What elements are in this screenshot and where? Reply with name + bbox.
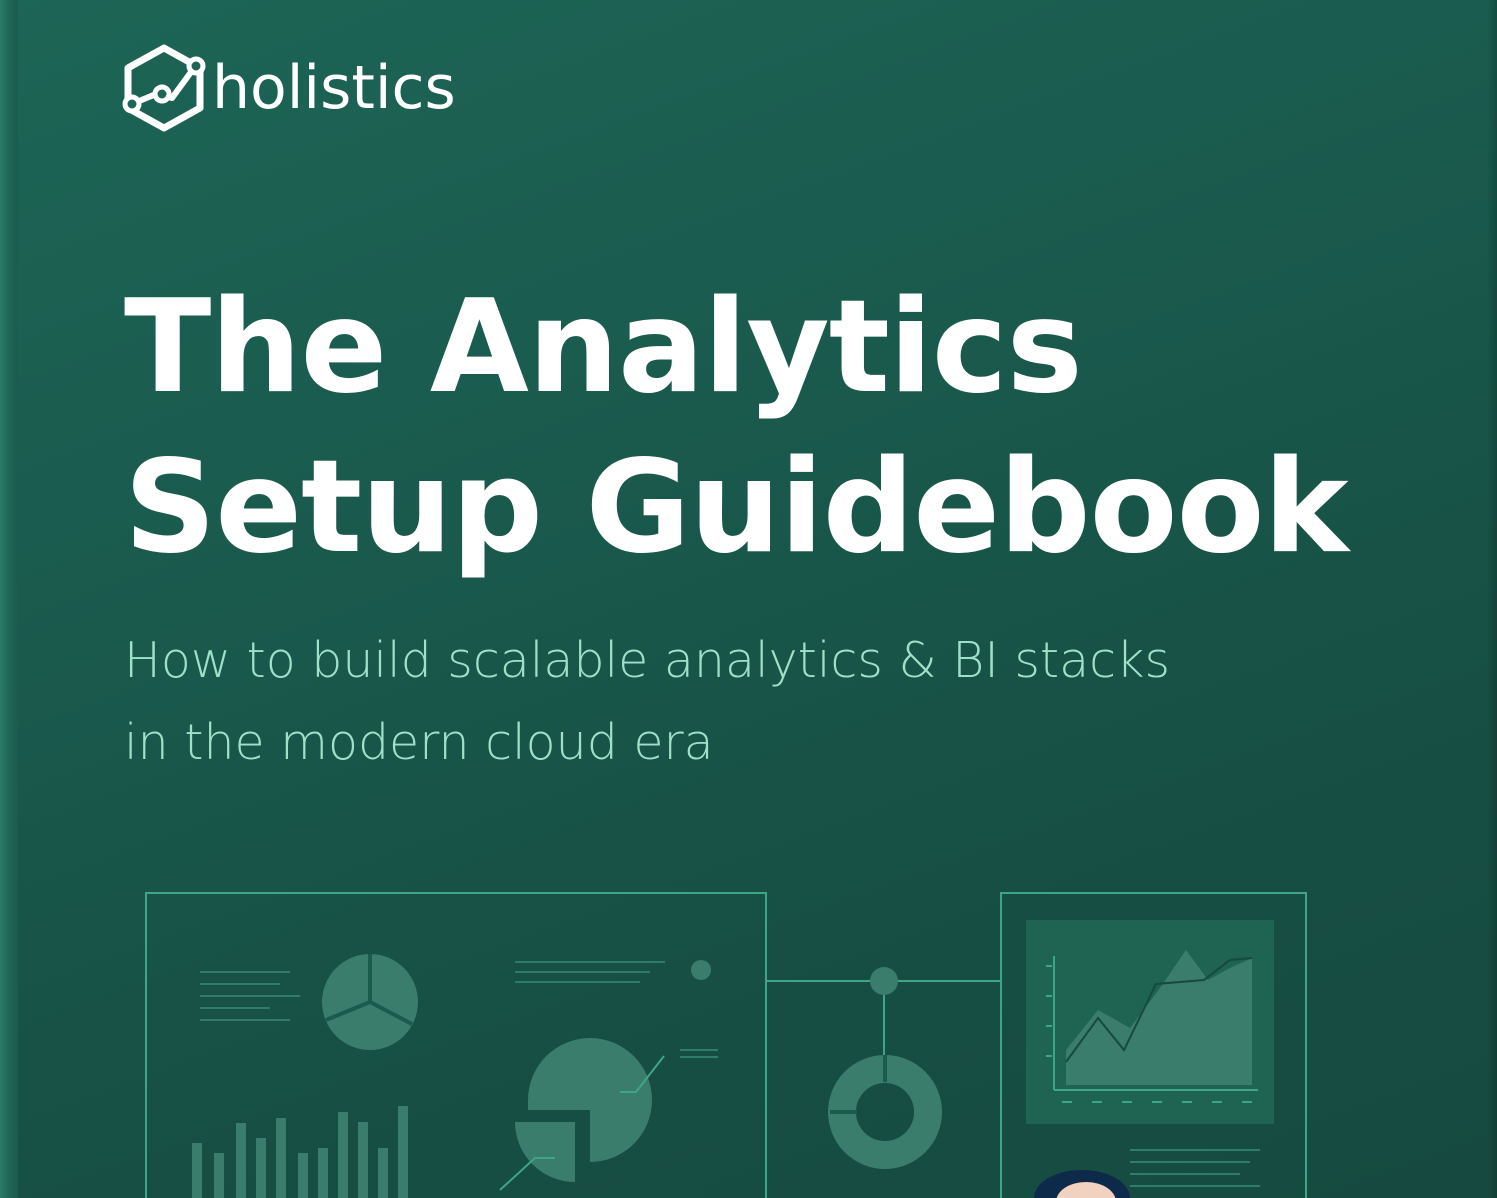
pie-chart-icon bbox=[322, 954, 418, 1050]
right-panel-text-lines bbox=[1130, 1149, 1260, 1187]
person-avatar bbox=[1034, 1170, 1130, 1198]
book-subtitle: How to build scalable analytics & BI sta… bbox=[124, 620, 1170, 784]
title-line-1: The Analytics bbox=[124, 273, 1083, 422]
holistics-logo: holistics bbox=[122, 40, 456, 136]
book-cover: holistics The Analytics Setup Guidebook … bbox=[0, 0, 1497, 1198]
indicator-dot bbox=[691, 960, 711, 980]
book-edge-shadow bbox=[1487, 0, 1497, 1198]
title-line-2: Setup Guidebook bbox=[124, 433, 1349, 582]
bar-chart-icon bbox=[192, 1106, 408, 1198]
donut-chart-icon bbox=[828, 1055, 942, 1169]
book-title: The Analytics Setup Guidebook bbox=[124, 268, 1349, 588]
hexagon-graph-icon bbox=[122, 44, 206, 132]
exploded-pie-icon bbox=[499, 1038, 665, 1191]
logo-wordmark: holistics bbox=[212, 53, 456, 123]
subtitle-line-2: in the modern cloud era bbox=[124, 714, 714, 771]
dashboard-illustration bbox=[145, 892, 1307, 1198]
subtitle-line-1: How to build scalable analytics & BI sta… bbox=[124, 632, 1170, 689]
connector-lines bbox=[766, 967, 1002, 1056]
decorative-text-lines bbox=[200, 961, 718, 1058]
